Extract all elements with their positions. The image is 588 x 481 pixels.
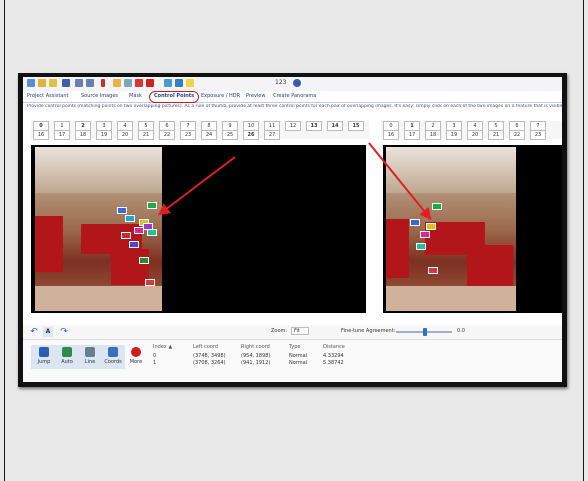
- arrow-right: [368, 142, 432, 221]
- more-button[interactable]: More: [125, 345, 147, 369]
- rotate-right-icon[interactable]: ↷: [59, 327, 69, 337]
- table-row[interactable]: 1 (3708, 3264) (941, 1912) Normal 5.3874…: [153, 360, 558, 367]
- line-button[interactable]: Line: [79, 345, 101, 369]
- jump-icon: [39, 347, 49, 357]
- delete-icon: [131, 347, 141, 357]
- coords-button[interactable]: Coords: [102, 345, 124, 369]
- col-left-coord[interactable]: Left coord: [193, 344, 218, 350]
- auto-icon: [62, 347, 72, 357]
- zoom-label: Zoom:: [271, 328, 288, 334]
- col-distance[interactable]: Distance: [323, 344, 345, 350]
- hugin-window: 123 Project Assistant Source Images Mask…: [23, 77, 562, 382]
- table-row[interactable]: 0 (3748, 3498) (954, 1898) Normal 4.3329…: [153, 353, 558, 360]
- fine-tune-slider-knob[interactable]: [423, 328, 427, 336]
- screenshot-frame: 123 Project Assistant Source Images Mask…: [18, 73, 567, 387]
- line-icon: [85, 347, 95, 357]
- auto-button[interactable]: Auto: [56, 345, 78, 369]
- auto-rotate-icon[interactable]: A: [43, 327, 53, 337]
- zoom-select[interactable]: Fit: [291, 327, 309, 335]
- window-border-right: [583, 0, 584, 481]
- col-index[interactable]: Index ▲: [153, 344, 172, 350]
- window-border-left: [4, 0, 5, 481]
- control-point-panel: Jump Auto Line Coords More Index ▲ Left …: [23, 339, 562, 382]
- view-controls: ↶ A ↷ Zoom: Fit Fine-tune Agreement: 0.0: [23, 325, 562, 339]
- control-point-table: Index ▲ Left coord Right coord Type Dist…: [153, 344, 558, 380]
- col-right-coord[interactable]: Right coord: [241, 344, 270, 350]
- col-type[interactable]: Type: [289, 344, 300, 350]
- jump-button[interactable]: Jump: [33, 345, 55, 369]
- coords-icon: [108, 347, 118, 357]
- fine-tune-value: 0.0: [457, 328, 465, 334]
- tool-button-group: Jump Auto Line Coords More: [31, 345, 147, 369]
- arrow-left: [157, 156, 236, 216]
- rotate-left-icon[interactable]: ↶: [29, 327, 39, 337]
- fine-tune-label: Fine-tune Agreement:: [341, 328, 396, 334]
